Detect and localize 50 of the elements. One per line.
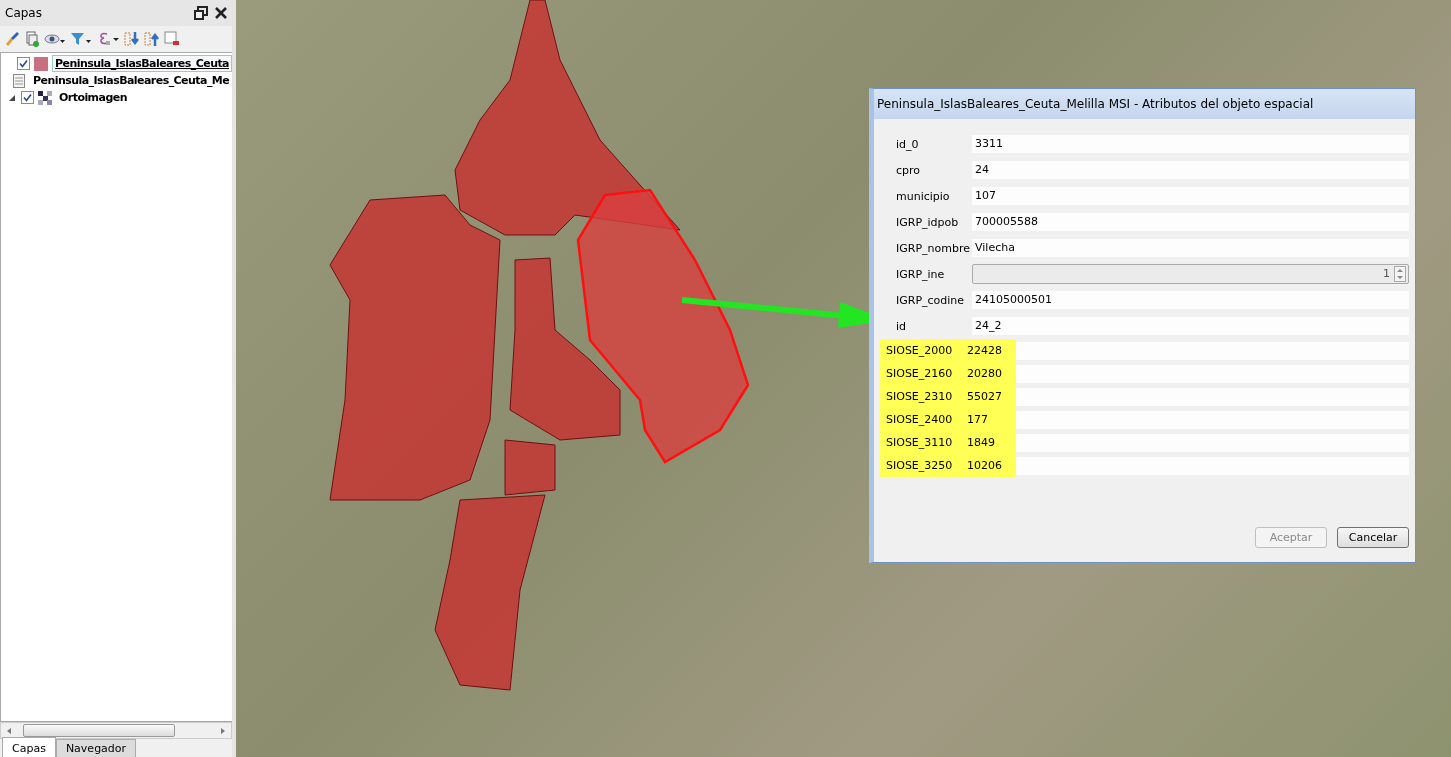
checkbox[interactable]	[17, 57, 31, 70]
input-field[interactable]: 24_2	[972, 317, 1409, 335]
field-label: IGRP_codine	[896, 293, 966, 307]
dialog-title: Peninsula_IslasBaleares_Ceuta_Melilla MSI - Atributos del objeto espacial	[874, 89, 1415, 119]
field-label: SIOSE_3110	[886, 436, 954, 449]
input-field[interactable]: 3311	[972, 135, 1409, 153]
horizontal-scrollbar[interactable]	[0, 722, 232, 739]
restore-icon[interactable]	[194, 6, 208, 20]
field-label: id	[896, 319, 908, 333]
expand-all-icon[interactable]	[124, 31, 140, 47]
layer-name[interactable]: Peninsula_IslasBaleares_Ceuta	[52, 55, 232, 72]
raster-icon	[38, 90, 52, 105]
input-field[interactable]: 107	[972, 187, 1409, 205]
field-label: IGRP_idpob	[896, 215, 960, 229]
table-icon	[12, 73, 26, 88]
scroll-left-icon[interactable]	[5, 726, 13, 735]
add-group-icon[interactable]	[24, 31, 40, 47]
checkbox[interactable]	[21, 91, 34, 104]
field-label: cpro	[896, 163, 922, 177]
layer-name[interactable]: Ortoimagen	[56, 89, 130, 106]
input-field[interactable]: 55027	[964, 387, 1409, 406]
panel-tab[interactable]: Navegador	[55, 739, 137, 757]
input-field[interactable]: Vilecha	[972, 239, 1409, 257]
close-icon[interactable]	[214, 6, 228, 20]
spin-arrows-icon	[1394, 266, 1406, 282]
input-field[interactable]: 700005588	[972, 213, 1409, 231]
eye-icon[interactable]	[44, 31, 66, 47]
remove-layer-icon[interactable]	[164, 31, 180, 47]
input-field[interactable]: 24	[972, 161, 1409, 179]
dialog-button[interactable]: Cancelar	[1337, 527, 1409, 548]
panel-title: Capas	[5, 6, 43, 20]
field-label: SIOSE_2160	[886, 367, 954, 380]
field-label: SIOSE_2400	[886, 413, 954, 426]
field-label: IGRP_ine	[896, 267, 946, 281]
field-label: id_0	[896, 137, 920, 151]
filter-icon[interactable]	[70, 31, 92, 47]
scroll-right-icon[interactable]	[219, 726, 227, 735]
field-label: SIOSE_2310	[886, 390, 954, 403]
field-label: SIOSE_2000	[886, 344, 954, 357]
input-field[interactable]: 22428	[964, 341, 1409, 360]
expander-icon	[8, 93, 16, 102]
input-field[interactable]: 20280	[964, 364, 1409, 383]
collapse-all-icon[interactable]	[144, 31, 160, 47]
paintbrush-icon[interactable]	[4, 31, 20, 47]
layer-name[interactable]: Peninsula_IslasBaleares_Ceuta_Me	[30, 72, 232, 89]
field-label: IGRP_nombre	[896, 241, 971, 255]
field-label: municipio	[896, 189, 951, 203]
field-label: SIOSE_3250	[886, 459, 954, 472]
input-field[interactable]: 24105000501	[972, 291, 1409, 309]
panel-tab[interactable]: Capas	[2, 737, 56, 757]
